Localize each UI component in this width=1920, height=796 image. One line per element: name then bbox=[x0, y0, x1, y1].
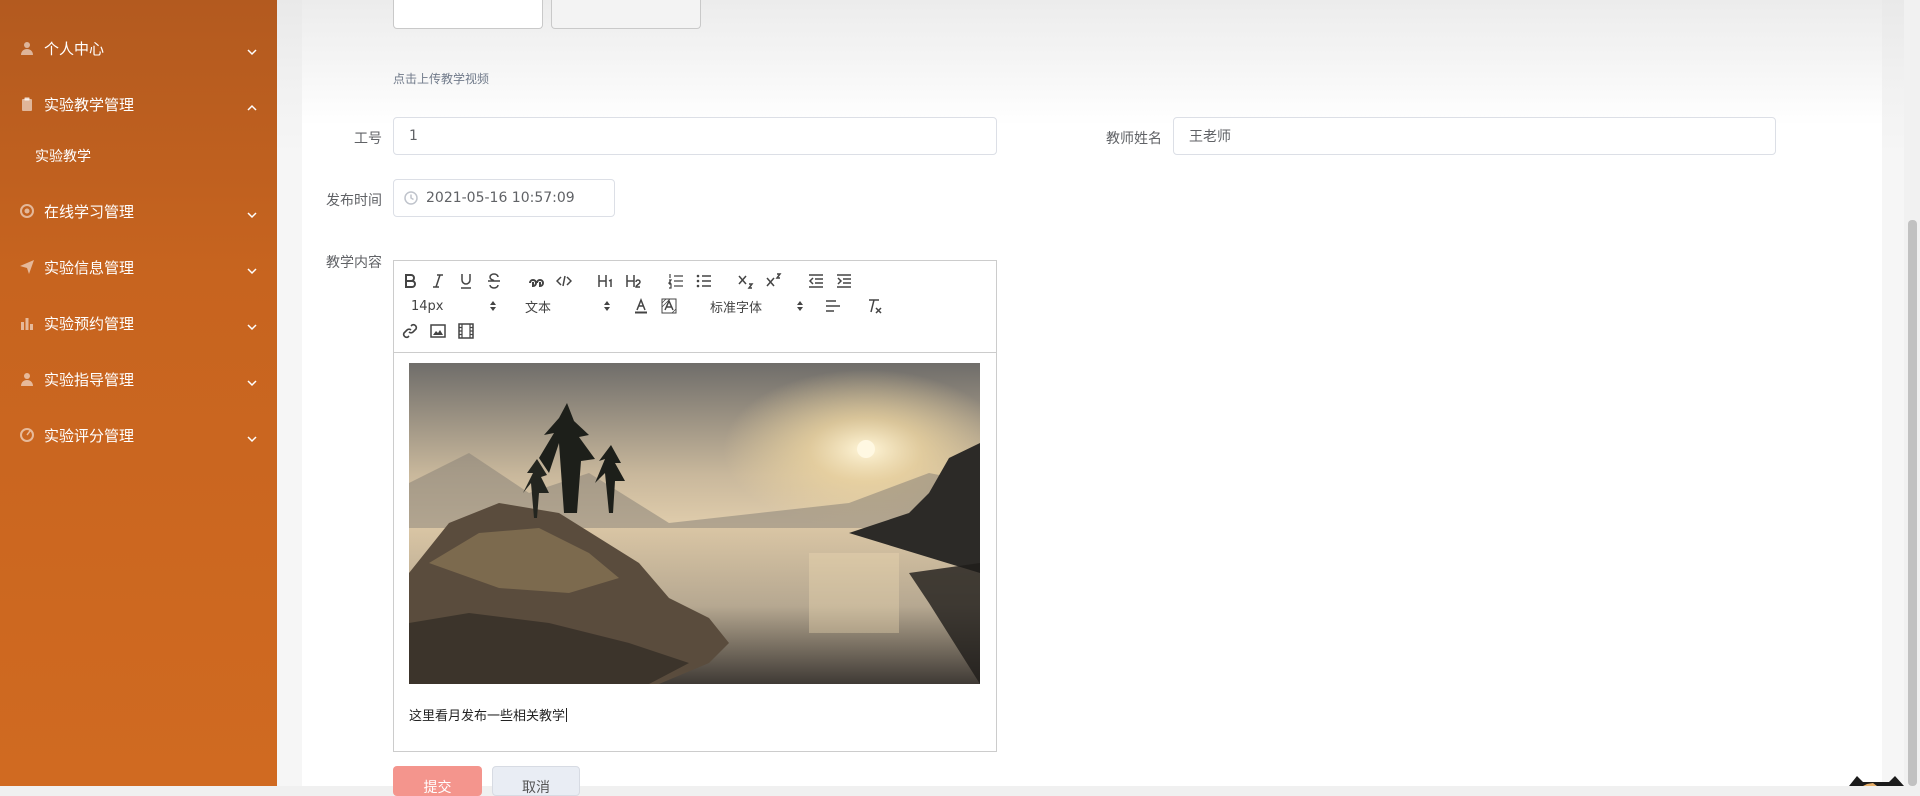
cancel-button-label: 取消 bbox=[522, 780, 550, 796]
chevron-down-icon bbox=[247, 374, 257, 387]
bar-chart-icon bbox=[20, 316, 34, 330]
subscript-icon[interactable] bbox=[735, 271, 757, 291]
text-caret bbox=[566, 708, 568, 722]
rich-text-editor[interactable]: 14px 文本 标准字体 这里看月发布一些相关教学 bbox=[393, 260, 997, 752]
menu-item-experiment-guidance[interactable]: 实验指导管理 bbox=[0, 351, 277, 407]
align-icon[interactable] bbox=[822, 296, 844, 316]
menu-item-label: 个人中心 bbox=[44, 39, 105, 58]
blockquote-icon[interactable] bbox=[525, 271, 547, 291]
video-upload-box[interactable] bbox=[393, 0, 543, 29]
clean-format-icon[interactable] bbox=[863, 296, 885, 316]
scrollbar-thumb[interactable] bbox=[1908, 220, 1917, 786]
teacher-name-input[interactable]: 王老师 bbox=[1173, 117, 1776, 155]
font-family-value: 标准字体 bbox=[710, 300, 763, 316]
teacher-name-value: 王老师 bbox=[1189, 129, 1231, 145]
menu-item-label: 实验预约管理 bbox=[44, 314, 135, 333]
select-arrows-icon bbox=[490, 301, 496, 311]
editor-text-content: 这里看月发布一些相关教学 bbox=[409, 709, 566, 724]
menu-item-online-learning[interactable]: 在线学习管理 bbox=[0, 183, 277, 239]
font-size-value: 14px bbox=[411, 298, 444, 314]
menu-item-experiment-scoring[interactable]: 实验评分管理 bbox=[0, 407, 277, 463]
superscript-icon[interactable] bbox=[763, 271, 785, 291]
publish-time-label: 发布时间 bbox=[326, 193, 382, 209]
send-icon bbox=[20, 260, 34, 274]
teacher-name-label: 教师姓名 bbox=[1106, 131, 1162, 147]
select-arrows-icon bbox=[604, 301, 610, 311]
circle-icon bbox=[20, 204, 34, 218]
video-icon[interactable] bbox=[455, 321, 477, 341]
bullet-list-icon[interactable] bbox=[693, 271, 715, 291]
editor-text[interactable]: 这里看月发布一些相关教学 bbox=[409, 705, 568, 724]
menu-item-experiment-booking[interactable]: 实验预约管理 bbox=[0, 295, 277, 351]
image-icon[interactable] bbox=[427, 321, 449, 341]
font-family-select[interactable]: 标准字体 bbox=[710, 296, 804, 316]
chevron-down-icon bbox=[247, 262, 257, 275]
strike-icon[interactable] bbox=[483, 271, 505, 291]
code-block-icon[interactable] bbox=[553, 271, 575, 291]
background-color-icon[interactable] bbox=[658, 296, 680, 316]
menu-item-experiment-info[interactable]: 实验信息管理 bbox=[0, 239, 277, 295]
chevron-down-icon bbox=[247, 43, 257, 56]
link-icon[interactable] bbox=[399, 321, 421, 341]
bold-icon[interactable] bbox=[399, 271, 421, 291]
landscape-image[interactable] bbox=[409, 363, 980, 684]
job-no-input[interactable]: 1 bbox=[393, 117, 997, 155]
video-preview-box[interactable] bbox=[551, 0, 701, 29]
indent-icon[interactable] bbox=[833, 271, 855, 291]
user-icon bbox=[20, 41, 34, 55]
content-label: 教学内容 bbox=[326, 255, 382, 271]
sidebar: 个人中心 实验教学管理 实验教学 在线学习管理 实验信息管理 实验预约管理 实验… bbox=[0, 0, 277, 786]
job-no-label: 工号 bbox=[354, 131, 382, 147]
h2-icon[interactable] bbox=[623, 271, 645, 291]
dashboard-icon bbox=[20, 428, 34, 442]
outdent-icon[interactable] bbox=[805, 271, 827, 291]
h1-icon[interactable] bbox=[595, 271, 617, 291]
clock-icon bbox=[404, 191, 418, 205]
chevron-down-icon bbox=[247, 206, 257, 219]
editor-toolbar: 14px 文本 标准字体 bbox=[394, 261, 996, 353]
underline-icon[interactable] bbox=[455, 271, 477, 291]
menu-item-label: 实验信息管理 bbox=[44, 258, 135, 277]
header-select-value: 文本 bbox=[525, 300, 552, 316]
chevron-down-icon bbox=[247, 318, 257, 331]
menu-item-personal-center[interactable]: 个人中心 bbox=[0, 20, 277, 76]
ordered-list-icon[interactable] bbox=[665, 271, 687, 291]
publish-time-picker[interactable]: 2021-05-16 10:57:09 bbox=[393, 179, 615, 217]
menu-item-label: 实验指导管理 bbox=[44, 370, 135, 389]
font-size-select[interactable]: 14px bbox=[411, 296, 497, 316]
submit-button-label: 提交 bbox=[423, 780, 452, 796]
header-select[interactable]: 文本 bbox=[525, 296, 611, 316]
chevron-down-icon bbox=[247, 430, 257, 443]
mascot-icon[interactable] bbox=[1849, 774, 1904, 786]
submit-button[interactable]: 提交 bbox=[393, 766, 482, 796]
upload-hint: 点击上传教学视频 bbox=[393, 72, 490, 86]
menu-item-label: 在线学习管理 bbox=[44, 202, 135, 221]
chevron-up-icon bbox=[247, 99, 257, 111]
menu-item-label: 实验教学管理 bbox=[44, 95, 135, 114]
select-arrows-icon bbox=[797, 301, 803, 311]
clipboard-icon bbox=[20, 97, 34, 111]
menu-item-experiment-teaching[interactable]: 实验教学管理 bbox=[0, 76, 277, 132]
italic-icon[interactable] bbox=[427, 271, 449, 291]
cancel-button[interactable]: 取消 bbox=[492, 766, 580, 796]
menu-item-label: 实验评分管理 bbox=[44, 426, 135, 445]
font-color-icon[interactable] bbox=[630, 296, 652, 316]
publish-time-value: 2021-05-16 10:57:09 bbox=[426, 190, 575, 206]
job-no-value: 1 bbox=[409, 128, 418, 144]
submenu-item-experiment-teaching[interactable]: 实验教学 bbox=[35, 137, 91, 177]
user-icon bbox=[20, 372, 34, 386]
